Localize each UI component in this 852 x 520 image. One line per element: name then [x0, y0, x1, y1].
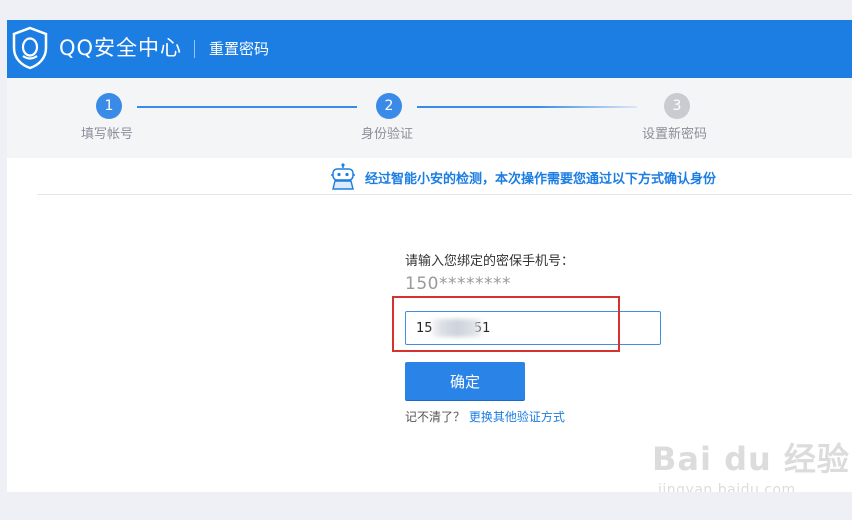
forgot-row: 记不清了？ 更换其他验证方式 — [405, 408, 565, 425]
phone-prompt-label: 请输入您绑定的密保手机号： — [405, 254, 575, 269]
qq-shield-logo-icon — [12, 26, 48, 70]
notice-text: 经过智能小安的检测，本次操作需要您通过以下方式确认身份 — [365, 172, 717, 187]
header-divider — [194, 40, 195, 58]
confirm-button[interactable]: 确定 — [405, 362, 525, 400]
step-2-label: 身份验证 — [361, 127, 414, 142]
robot-icon — [331, 163, 355, 190]
brand-title: QQ安全中心 — [59, 36, 183, 60]
change-verification-link[interactable]: 更换其他验证方式 — [469, 410, 565, 424]
step-3-circle: 3 — [664, 93, 690, 119]
watermark-main: Bai du 经验 — [652, 440, 850, 478]
step-1-label: 填写帐号 — [81, 127, 134, 142]
page-title: 重置密码 — [209, 40, 270, 58]
step-2-circle: 2 — [376, 93, 402, 119]
step-1-circle: 1 — [96, 93, 122, 119]
baidu-jingyan-watermark: Bai du 经验 jingyan.baidu.com — [652, 428, 849, 492]
watermark-url: jingyan.baidu.com — [658, 482, 796, 492]
notice-bar: 经过智能小安的检测，本次操作需要您通过以下方式确认身份 — [37, 160, 852, 195]
progress-steps: 1 填写帐号 2 身份验证 3 设置新密码 — [7, 78, 852, 158]
header-bar: QQ安全中心 重置密码 — [7, 20, 852, 78]
page-frame: QQ安全中心 重置密码 1 填写帐号 2 身份验证 3 设置新密码 经过智能小安… — [7, 20, 852, 492]
step-line-1 — [137, 106, 357, 108]
step-3-label: 设置新密码 — [642, 127, 708, 142]
masked-phone-number: 150******** — [405, 274, 511, 294]
step-line-2 — [417, 106, 637, 108]
forgot-prefix: 记不清了？ — [405, 410, 466, 424]
phone-input[interactable] — [405, 311, 661, 345]
